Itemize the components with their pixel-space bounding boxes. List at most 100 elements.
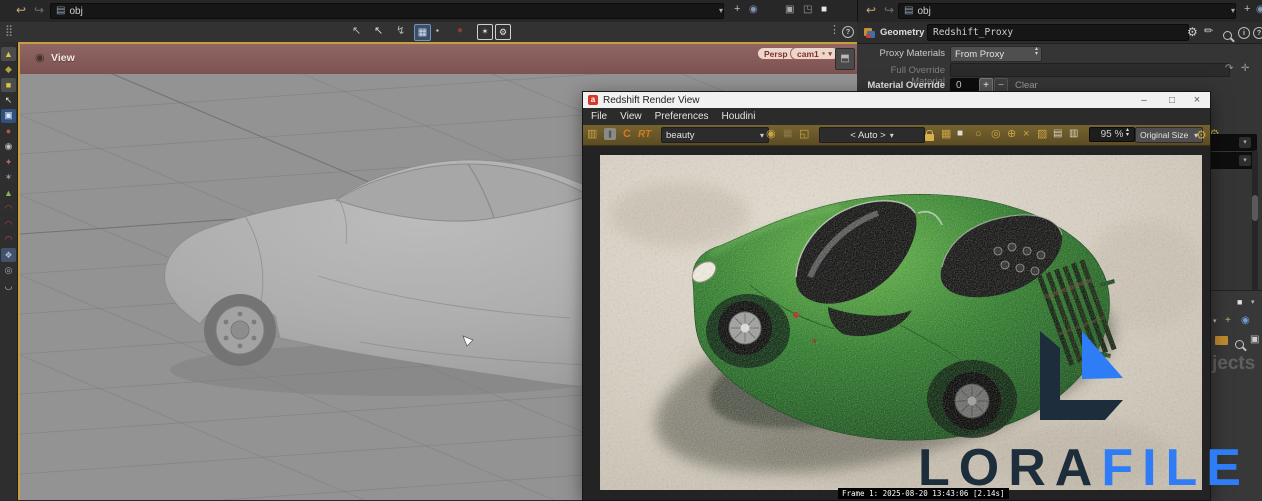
search-icon[interactable] <box>1223 31 1232 40</box>
grid-dim-icon[interactable]: ▦ <box>783 129 792 139</box>
forward-icon[interactable]: ↪ <box>884 4 894 16</box>
pose-tool-icon[interactable]: ◉ <box>1 140 16 154</box>
viewport-camera-icon[interactable]: ◉ <box>35 53 45 64</box>
pin-icon[interactable]: + <box>734 4 740 15</box>
aov-dot-icon[interactable]: ◉ <box>766 129 776 140</box>
grid-icon[interactable]: ▦ <box>941 129 951 140</box>
gear-icon[interactable]: ⚙ <box>1196 129 1207 141</box>
chevron-down-icon[interactable]: ▾ <box>1251 299 1255 306</box>
search-icon[interactable] <box>1235 340 1244 349</box>
box-select-icon[interactable]: ▦ <box>414 24 431 41</box>
snap-tool-icon[interactable]: ◆ <box>1 62 16 76</box>
arc-tool-icon[interactable]: ◡ <box>1 279 16 293</box>
layer-a-icon[interactable]: ▤ <box>1053 129 1062 139</box>
aov-dropdown[interactable]: beauty ▾ <box>661 127 769 143</box>
menu-preferences[interactable]: Preferences <box>655 111 709 122</box>
layout-tool-icon[interactable]: ▲ <box>1 46 16 61</box>
size-dropdown[interactable]: Original Size ▾ <box>1135 127 1203 143</box>
gear-icon[interactable]: ⚙ <box>1187 26 1198 38</box>
clear-button[interactable]: Clear <box>1015 80 1038 91</box>
remove-item-button[interactable]: − <box>994 78 1008 93</box>
viewport-layout-button[interactable]: ⬒ <box>835 48 855 70</box>
snapshot-icon[interactable]: ▣ <box>1250 335 1259 345</box>
pause-icon[interactable]: ❚ <box>604 128 616 140</box>
menu-houdini[interactable]: Houdini <box>722 111 756 122</box>
node-name-field[interactable]: Redshift_Proxy <box>927 24 1189 41</box>
select-mode-icon[interactable]: ▪ <box>436 27 439 35</box>
rt-toggle[interactable]: RT <box>638 129 651 140</box>
back-icon[interactable]: ↩ <box>866 4 876 16</box>
full-override-field[interactable] <box>950 63 1230 77</box>
pin-icon[interactable]: + <box>1244 4 1250 15</box>
radial-menu-icon[interactable]: ◉ <box>1256 5 1262 15</box>
target-icon[interactable]: ⊕ <box>1007 129 1016 140</box>
help-icon[interactable]: ? <box>1253 27 1262 39</box>
menu-file[interactable]: File <box>591 111 607 122</box>
magnet-tool-icon[interactable]: ◠ <box>1 202 16 216</box>
chevron-down-icon[interactable]: ▾ <box>1213 318 1217 325</box>
help-icon[interactable]: ? <box>842 26 854 38</box>
swatch-icon[interactable]: ■ <box>1237 298 1242 307</box>
minimize-button[interactable]: – <box>1133 94 1155 107</box>
proxy-materials-dropdown[interactable]: From Proxy <box>950 46 1042 62</box>
matte-swatch-icon[interactable]: ■ <box>957 129 963 139</box>
character-pick-icon[interactable]: ◳ <box>803 5 812 15</box>
select-arrow-icon[interactable]: ↖ <box>1 93 16 107</box>
path-dropdown-icon[interactable]: ▾ <box>719 7 723 15</box>
info-icon[interactable]: i <box>1238 27 1250 39</box>
back-icon[interactable]: ↩ <box>16 4 26 16</box>
sculpt-tool-icon[interactable]: ✶ <box>1 171 16 185</box>
lock-icon[interactable] <box>925 129 934 141</box>
magnet-soft-icon[interactable]: ◠ <box>1 217 16 231</box>
settings-badge-icon[interactable]: ⚙ <box>495 24 511 40</box>
focus-circle-icon[interactable]: ◎ <box>991 129 1001 140</box>
paint-tool-icon[interactable]: ✦ <box>1 155 16 169</box>
brush-icon[interactable]: ✎ <box>1202 24 1217 39</box>
revert-icon[interactable]: ↷ <box>1225 64 1233 74</box>
secure-selection-icon[interactable]: ● <box>457 26 463 36</box>
add-item-button[interactable]: + <box>979 78 993 93</box>
snap-cube-icon[interactable]: ▣ <box>785 5 794 15</box>
path-dropdown-icon[interactable]: ▾ <box>1231 7 1235 15</box>
radial-menu-icon[interactable]: ◉ <box>749 5 758 15</box>
render-image[interactable] <box>600 155 1202 490</box>
scrollbar-thumb[interactable] <box>1252 195 1258 221</box>
handles-badge-icon[interactable]: ✶ <box>477 24 493 40</box>
terrain-tool-icon[interactable]: ▲ <box>1 186 16 200</box>
snapshot-icon[interactable]: ▥ <box>587 129 597 140</box>
camera-select-button[interactable]: cam1 ● ▾ <box>790 47 839 60</box>
redshift-render-view-window[interactable]: a Redshift Render View – □ × File View P… <box>583 92 1210 500</box>
lock-icon[interactable]: ▣ <box>1 108 16 123</box>
close-button[interactable]: × <box>1186 94 1208 107</box>
color-swatch[interactable]: ■ <box>821 5 827 15</box>
grid-snap-icon[interactable]: ■ <box>1 77 16 92</box>
bucket-dropdown[interactable]: < Auto > ▾ <box>819 127 925 143</box>
forward-icon[interactable]: ↪ <box>34 4 44 16</box>
op-path-icon[interactable]: ✛ <box>1241 64 1249 74</box>
window-title-bar[interactable]: a Redshift Render View – □ × <box>583 92 1210 108</box>
gem-tool-icon[interactable]: ❖ <box>1 248 16 262</box>
path-field[interactable]: ▤ obj <box>898 3 1236 19</box>
folder-icon[interactable] <box>1215 336 1228 345</box>
region-circle-icon[interactable]: ○ <box>975 129 982 140</box>
maximize-button[interactable]: □ <box>1161 94 1183 107</box>
view-state-icon[interactable]: ● <box>1 124 16 138</box>
menu-view[interactable]: View <box>620 111 642 122</box>
radial-menu-icon[interactable]: ◉ <box>1241 316 1250 326</box>
proxy-materials-spinner[interactable]: ▴ ▾ <box>1035 46 1038 58</box>
pane-handle-icon[interactable]: ⣿ <box>5 26 13 37</box>
layer-b-icon[interactable]: ▥ <box>1069 129 1078 139</box>
checker-icon[interactable]: ▨ <box>1037 129 1047 140</box>
target-tool-icon[interactable]: ◎ <box>1 264 16 278</box>
close-region-icon[interactable]: × <box>1023 129 1029 140</box>
path-field[interactable]: ▤ obj <box>50 3 724 19</box>
view-tool-icon[interactable]: ↖ <box>352 26 361 37</box>
crop-icon[interactable]: ◱ <box>799 129 809 140</box>
translate-tool-icon[interactable]: ↯ <box>396 26 405 37</box>
magnet-hard-icon[interactable]: ◠ <box>1 233 16 247</box>
refresh-icon[interactable]: C <box>623 128 631 140</box>
zoom-spinner[interactable]: ▴ ▾ <box>1126 127 1129 139</box>
pin-icon[interactable]: + <box>1225 316 1231 326</box>
select-tool-icon[interactable]: ↖ <box>374 26 383 37</box>
display-options-icon[interactable]: ⋮ <box>829 25 840 36</box>
